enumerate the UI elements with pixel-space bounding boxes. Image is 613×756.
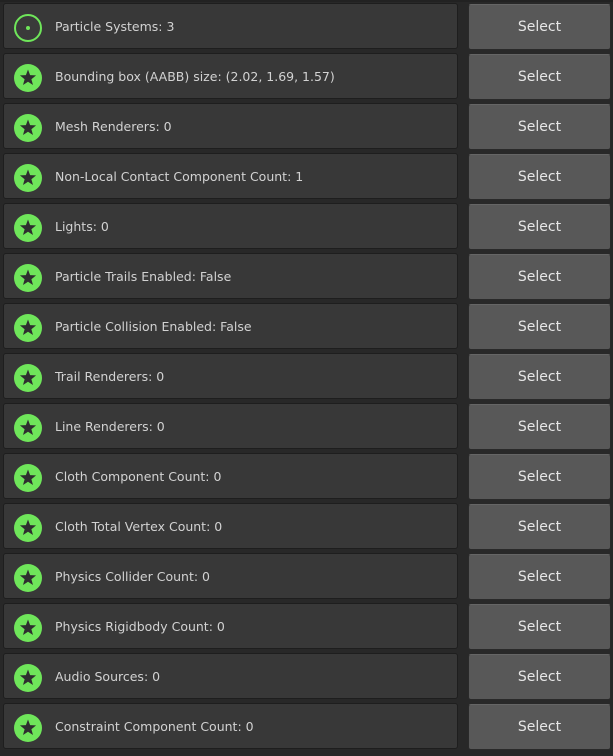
star-icon xyxy=(13,63,43,93)
performance-stats-list: Particle Systems: 3 Select Bounding box … xyxy=(0,0,613,756)
stat-label: Mesh Renderers: 0 xyxy=(55,119,172,134)
stat-row: Physics Rigidbody Count: 0 xyxy=(3,603,458,649)
star-icon xyxy=(13,113,43,143)
list-item: Lights: 0 Select xyxy=(0,203,613,253)
stat-label: Cloth Total Vertex Count: 0 xyxy=(55,519,223,534)
select-button[interactable]: Select xyxy=(468,504,611,550)
star-icon xyxy=(13,463,43,493)
star-icon xyxy=(13,613,43,643)
stat-label: Physics Collider Count: 0 xyxy=(55,569,210,584)
select-button[interactable]: Select xyxy=(468,604,611,650)
star-icon xyxy=(13,213,43,243)
stat-label: Lights: 0 xyxy=(55,219,109,234)
list-item: Cloth Component Count: 0 Select xyxy=(0,453,613,503)
star-icon xyxy=(13,263,43,293)
select-button[interactable]: Select xyxy=(468,54,611,100)
star-icon xyxy=(13,663,43,693)
select-button[interactable]: Select xyxy=(468,304,611,350)
stat-row: Audio Sources: 0 xyxy=(3,653,458,699)
select-button[interactable]: Select xyxy=(468,704,611,750)
stat-label: Cloth Component Count: 0 xyxy=(55,469,222,484)
list-item: Physics Rigidbody Count: 0 Select xyxy=(0,603,613,653)
stat-label: Bounding box (AABB) size: (2.02, 1.69, 1… xyxy=(55,69,335,84)
star-icon xyxy=(13,713,43,743)
stat-row: Bounding box (AABB) size: (2.02, 1.69, 1… xyxy=(3,53,458,99)
stat-row: Particle Trails Enabled: False xyxy=(3,253,458,299)
list-item: Physics Collider Count: 0 Select xyxy=(0,553,613,603)
select-button[interactable]: Select xyxy=(468,654,611,700)
select-button[interactable]: Select xyxy=(468,454,611,500)
list-item: Non-Local Contact Component Count: 1 Sel… xyxy=(0,153,613,203)
select-button[interactable]: Select xyxy=(468,554,611,600)
list-item: Trail Renderers: 0 Select xyxy=(0,353,613,403)
stat-label: Trail Renderers: 0 xyxy=(55,369,165,384)
stat-row: Particle Systems: 3 xyxy=(3,3,458,49)
stat-label: Particle Trails Enabled: False xyxy=(55,269,232,284)
select-button[interactable]: Select xyxy=(468,104,611,150)
stat-label: Physics Rigidbody Count: 0 xyxy=(55,619,225,634)
select-button[interactable]: Select xyxy=(468,4,611,50)
star-icon xyxy=(13,363,43,393)
select-button[interactable]: Select xyxy=(468,354,611,400)
list-item: Constraint Component Count: 0 Select xyxy=(0,703,613,753)
target-icon xyxy=(13,13,43,43)
list-item: Particle Collision Enabled: False Select xyxy=(0,303,613,353)
stat-row: Lights: 0 xyxy=(3,203,458,249)
stat-row: Cloth Total Vertex Count: 0 xyxy=(3,503,458,549)
stat-row: Cloth Component Count: 0 xyxy=(3,453,458,499)
star-icon xyxy=(13,513,43,543)
stat-row: Non-Local Contact Component Count: 1 xyxy=(3,153,458,199)
select-button[interactable]: Select xyxy=(468,254,611,300)
list-item: Line Renderers: 0 Select xyxy=(0,403,613,453)
star-icon xyxy=(13,413,43,443)
stat-label: Line Renderers: 0 xyxy=(55,419,165,434)
list-item: Particle Systems: 3 Select xyxy=(0,3,613,53)
top-divider xyxy=(0,0,613,2)
list-item: Audio Sources: 0 Select xyxy=(0,653,613,703)
stat-label: Audio Sources: 0 xyxy=(55,669,161,684)
stat-row: Trail Renderers: 0 xyxy=(3,353,458,399)
select-button[interactable]: Select xyxy=(468,204,611,250)
star-icon xyxy=(13,563,43,593)
stat-row: Line Renderers: 0 xyxy=(3,403,458,449)
stat-row: Mesh Renderers: 0 xyxy=(3,103,458,149)
select-button[interactable]: Select xyxy=(468,404,611,450)
stat-label: Particle Systems: 3 xyxy=(55,19,175,34)
stat-row: Constraint Component Count: 0 xyxy=(3,703,458,749)
stat-label: Particle Collision Enabled: False xyxy=(55,319,252,334)
list-item: Mesh Renderers: 0 Select xyxy=(0,103,613,153)
list-item: Cloth Total Vertex Count: 0 Select xyxy=(0,503,613,553)
stat-label: Non-Local Contact Component Count: 1 xyxy=(55,169,304,184)
select-button[interactable]: Select xyxy=(468,154,611,200)
stat-row: Physics Collider Count: 0 xyxy=(3,553,458,599)
stat-label: Constraint Component Count: 0 xyxy=(55,719,254,734)
star-icon xyxy=(13,163,43,193)
list-item: Particle Trails Enabled: False Select xyxy=(0,253,613,303)
list-item: Bounding box (AABB) size: (2.02, 1.69, 1… xyxy=(0,53,613,103)
stat-row: Particle Collision Enabled: False xyxy=(3,303,458,349)
star-icon xyxy=(13,313,43,343)
